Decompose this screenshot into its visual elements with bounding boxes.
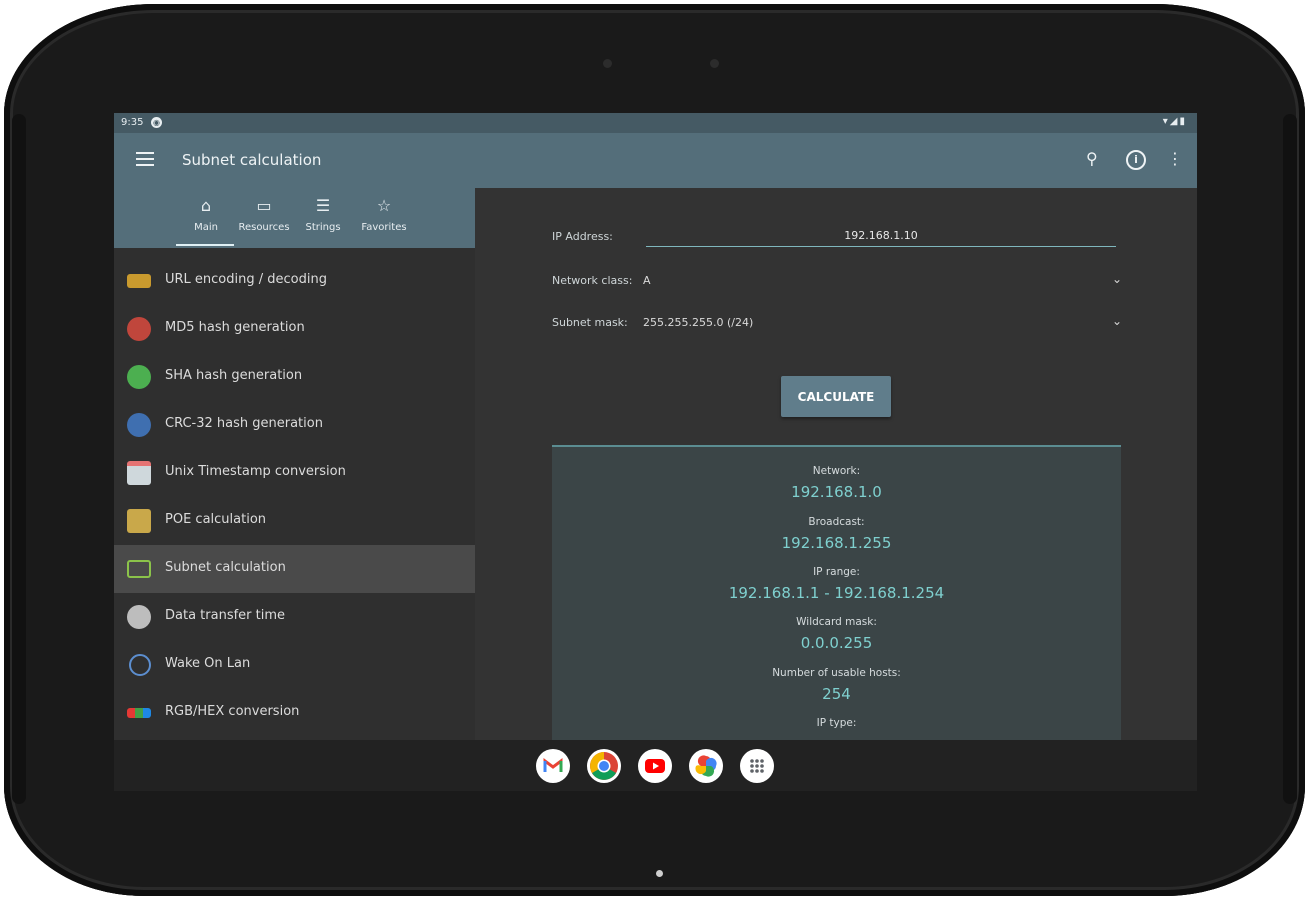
list-item-url-encoding[interactable]: URL encoding / decoding: [114, 257, 475, 305]
ip-address-label: IP Address:: [552, 230, 613, 243]
tab-label: Strings: [305, 222, 341, 233]
status-bar: 9:35 ◉ ▾◢▮: [114, 113, 1197, 133]
tab-label: Resources: [238, 222, 290, 233]
ip-range-label: IP range:: [813, 566, 860, 578]
usable-hosts-label: Number of usable hosts:: [772, 667, 901, 679]
ip-address-input[interactable]: [646, 225, 1116, 247]
calculate-button[interactable]: CALCULATE: [781, 376, 891, 417]
list-item-crc32[interactable]: CRC-32 hash generation: [114, 401, 475, 449]
info-icon[interactable]: i: [1126, 150, 1146, 170]
rgb-icon: [127, 708, 151, 718]
app-bar: Subnet calculation ⚲ i ⋮: [114, 133, 1197, 188]
broadcast-value: 192.168.1.255: [781, 534, 892, 552]
front-sensor: [603, 59, 612, 68]
list-item-label: RGB/HEX conversion: [165, 704, 300, 719]
network-label: Network:: [812, 465, 861, 477]
list-item-label: Unix Timestamp conversion: [165, 464, 346, 479]
category-tabs: ⌂ Main ▭ Resources ☰ Strings ☆ Favorites: [114, 188, 475, 248]
tab-resources[interactable]: ▭ Resources: [234, 194, 294, 246]
poe-icon: [127, 509, 151, 533]
network-class-select[interactable]: Network class: A ⌄: [552, 272, 1122, 293]
list-item-label: Subnet calculation: [165, 560, 286, 575]
youtube-icon[interactable]: [638, 749, 672, 783]
ip-type-label: IP type:: [816, 717, 857, 729]
frame-right-edge: [1283, 114, 1297, 804]
power-icon: [129, 654, 151, 676]
broadcast-label: Broadcast:: [808, 516, 865, 528]
subnet-mask-value: 255.255.255.0 (/24): [643, 316, 754, 329]
navigation-panel: ⌂ Main ▭ Resources ☰ Strings ☆ Favorites…: [114, 188, 475, 740]
list-item-wake-on-lan[interactable]: Wake On Lan: [114, 641, 475, 689]
results-card: Network: 192.168.1.0 Broadcast: 192.168.…: [552, 445, 1121, 747]
md5-icon: [127, 317, 151, 341]
chrome-icon[interactable]: [587, 749, 621, 783]
list-item-sha[interactable]: SHA hash generation: [114, 353, 475, 401]
app-drawer-icon[interactable]: [740, 749, 774, 783]
list-item-md5[interactable]: MD5 hash generation: [114, 305, 475, 353]
front-camera: [710, 59, 719, 68]
list-item-label: Wake On Lan: [165, 656, 251, 671]
subnet-icon: [127, 560, 151, 578]
tab-label: Main: [194, 222, 218, 233]
star-icon: ☆: [376, 196, 392, 215]
list-item-unix-timestamp[interactable]: Unix Timestamp conversion: [114, 449, 475, 497]
search-icon[interactable]: ⚲: [1086, 149, 1098, 168]
crc-icon: [127, 413, 151, 437]
home-icon: ⌂: [200, 196, 212, 215]
list-item-subnet[interactable]: Subnet calculation: [114, 545, 475, 593]
hamburger-menu-icon[interactable]: [136, 152, 154, 168]
tab-label: Favorites: [361, 222, 407, 233]
network-class-value: A: [643, 274, 651, 287]
notification-icon: ◉: [151, 117, 162, 128]
list-item-label: MD5 hash generation: [165, 320, 305, 335]
chevron-down-icon: ⌄: [1111, 272, 1122, 286]
chevron-down-icon: ⌄: [1111, 314, 1122, 328]
usable-hosts-value: 254: [822, 685, 851, 703]
screen: 9:35 ◉ ▾◢▮ Subnet calculation ⚲ i ⋮ ⌂ Ma…: [114, 113, 1197, 791]
more-options-icon[interactable]: ⋮: [1167, 149, 1183, 168]
photos-icon[interactable]: [689, 749, 723, 783]
network-value: 192.168.1.0: [791, 483, 882, 501]
book-icon: ▭: [256, 196, 272, 215]
subnet-mask-label: Subnet mask:: [552, 316, 628, 329]
status-time: 9:35: [121, 117, 144, 128]
list-item-label: POE calculation: [165, 512, 267, 527]
list-item-data-transfer[interactable]: Data transfer time: [114, 593, 475, 641]
calendar-icon: [127, 461, 151, 485]
tab-favorites[interactable]: ☆ Favorites: [354, 194, 414, 246]
calculator-panel: IP Address: Network class: A ⌄ Subnet ma…: [475, 188, 1197, 747]
list-item-rgb-hex[interactable]: RGB/HEX conversion: [114, 689, 475, 737]
list-item-label: CRC-32 hash generation: [165, 416, 323, 431]
wildcard-mask-value: 0.0.0.255: [800, 634, 873, 652]
list-item-label: URL encoding / decoding: [165, 272, 327, 287]
ip-range-value: 192.168.1.1 - 192.168.1.254: [728, 584, 945, 602]
url-icon: [127, 274, 151, 288]
tool-list: URL encoding / decoding MD5 hash generat…: [114, 257, 475, 737]
gmail-icon[interactable]: [536, 749, 570, 783]
tab-strings[interactable]: ☰ Strings: [293, 194, 353, 246]
list-item-poe[interactable]: POE calculation: [114, 497, 475, 545]
subnet-mask-select[interactable]: Subnet mask: 255.255.255.0 (/24) ⌄: [552, 314, 1122, 335]
network-class-label: Network class:: [552, 274, 633, 287]
frame-left-edge: [12, 114, 26, 804]
list-item-label: SHA hash generation: [165, 368, 303, 383]
transfer-icon: [127, 605, 151, 629]
page-title: Subnet calculation: [182, 151, 322, 169]
home-indicator: [656, 870, 663, 877]
sha-icon: [127, 365, 151, 389]
strings-icon: ☰: [315, 196, 331, 215]
list-item-label: Data transfer time: [165, 608, 286, 623]
status-icons: ▾◢▮: [1162, 116, 1187, 127]
app-dock: [114, 740, 1197, 791]
tab-main[interactable]: ⌂ Main: [176, 194, 236, 246]
wildcard-mask-label: Wildcard mask:: [796, 616, 877, 628]
